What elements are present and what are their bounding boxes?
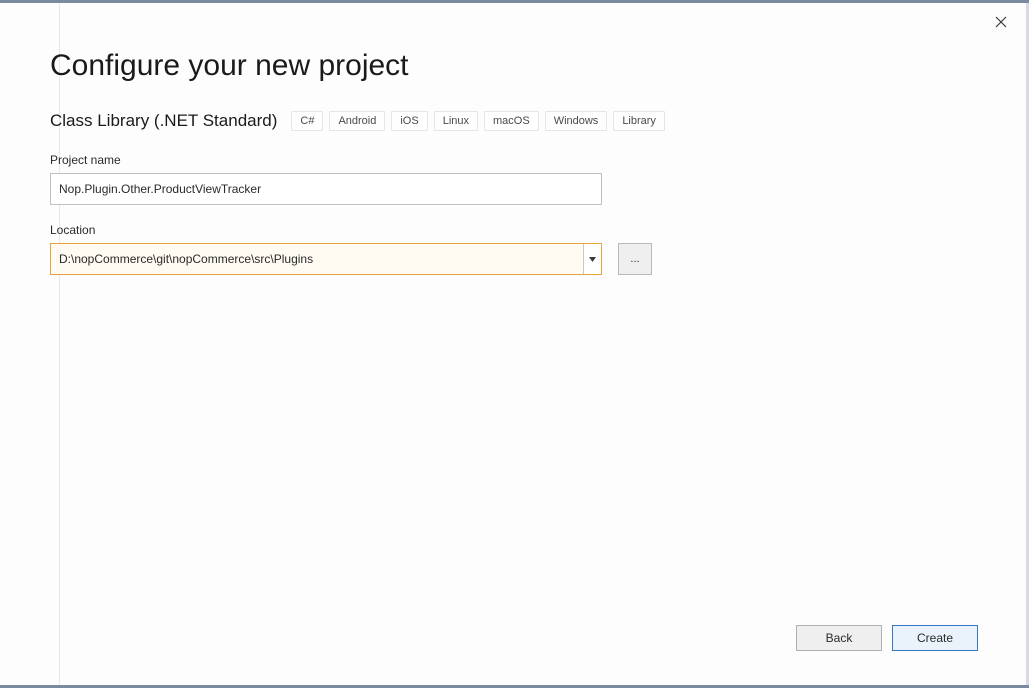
template-row: Class Library (.NET Standard) C# Android… (50, 111, 1026, 131)
location-label: Location (50, 223, 1026, 237)
location-input[interactable] (51, 244, 583, 274)
dialog-main: Configure your new project Class Library… (60, 3, 1026, 685)
template-name: Class Library (.NET Standard) (50, 111, 277, 131)
create-button[interactable]: Create (892, 625, 978, 651)
location-dropdown-button[interactable] (583, 244, 601, 274)
tag-android: Android (329, 111, 385, 131)
project-name-input[interactable] (50, 173, 602, 205)
close-icon (995, 16, 1007, 28)
browse-button[interactable]: ... (618, 243, 652, 275)
close-button[interactable] (992, 13, 1010, 31)
tag-linux: Linux (434, 111, 478, 131)
page-title: Configure your new project (50, 49, 1026, 83)
project-name-group: Project name (50, 153, 1026, 205)
back-button[interactable]: Back (796, 625, 882, 651)
tag-ios: iOS (391, 111, 427, 131)
tag-windows: Windows (545, 111, 608, 131)
tag-csharp: C# (291, 111, 323, 131)
chevron-down-icon (589, 257, 596, 262)
tag-macos: macOS (484, 111, 539, 131)
tag-library: Library (613, 111, 665, 131)
location-combobox (50, 243, 602, 275)
project-name-label: Project name (50, 153, 1026, 167)
dialog-footer-buttons: Back Create (796, 625, 978, 651)
template-tags: C# Android iOS Linux macOS Windows Libra… (291, 111, 665, 131)
location-group: Location ... (50, 223, 1026, 275)
